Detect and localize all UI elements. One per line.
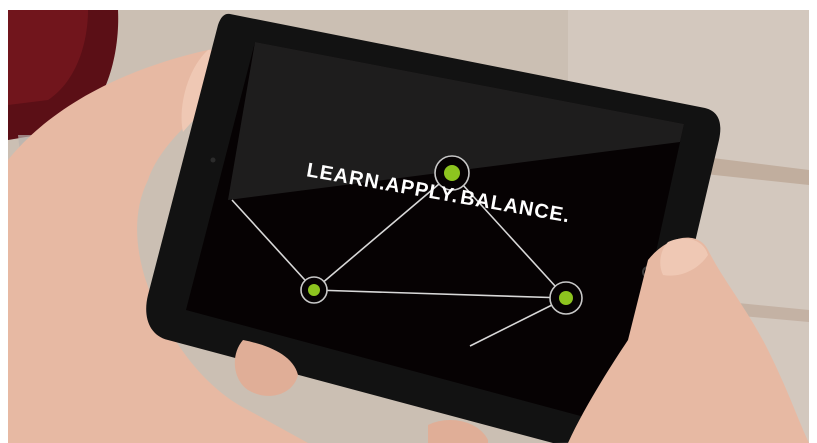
scene-illustration: LEARN. APPLY. BALANCE. bbox=[8, 10, 809, 443]
network-node-icon bbox=[300, 276, 328, 304]
network-node-icon bbox=[549, 281, 583, 315]
photo-scene: LEARN. APPLY. BALANCE. bbox=[8, 10, 809, 443]
video-frame: LEARN. APPLY. BALANCE. bbox=[0, 0, 817, 443]
camera-icon bbox=[210, 157, 216, 163]
